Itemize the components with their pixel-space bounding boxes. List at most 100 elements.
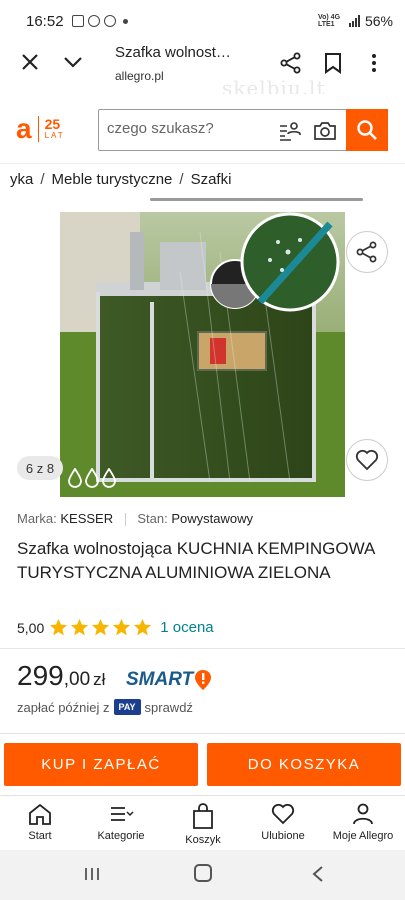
browser-toolbar: Szafka wolnost… allegro.pl skelbiu.lt bbox=[0, 40, 405, 100]
rating-value: 5,00 bbox=[17, 619, 45, 636]
system-navigation bbox=[0, 850, 405, 900]
pay-later-check[interactable]: sprawdź bbox=[145, 700, 193, 715]
nav-label: Kategorie bbox=[97, 830, 145, 842]
battery-level: 56% bbox=[364, 13, 393, 29]
water-resistance-icons bbox=[68, 468, 116, 488]
pay-later-info[interactable]: zapłać później z PAY sprawdź bbox=[17, 699, 193, 715]
smart-badge[interactable]: SMART bbox=[126, 669, 212, 691]
download-notification-icon bbox=[88, 15, 100, 27]
home-icon bbox=[29, 803, 51, 825]
bookmark-icon[interactable] bbox=[324, 52, 342, 74]
price-main: 299 bbox=[17, 660, 64, 691]
search-icon bbox=[357, 120, 377, 140]
allegro-logo[interactable]: a 25 LAT bbox=[16, 113, 65, 144]
add-to-cart-button[interactable]: DO KOSZYKA bbox=[207, 743, 401, 786]
menu-icon bbox=[111, 807, 134, 821]
nav-label: Ulubione bbox=[261, 830, 305, 842]
meta-divider bbox=[124, 513, 126, 527]
breadcrumb-separator: / bbox=[40, 171, 45, 188]
add-to-favorites-button[interactable] bbox=[346, 439, 388, 481]
more-vertical-icon[interactable] bbox=[370, 53, 378, 73]
status-right: Vo) 4G LTE1 56% bbox=[318, 13, 393, 29]
smart-pin-icon bbox=[195, 670, 212, 690]
chevron-down-icon[interactable] bbox=[62, 52, 84, 72]
breadcrumb-item[interactable]: Meble turystyczne bbox=[52, 171, 173, 188]
notification-icons bbox=[72, 15, 128, 27]
logo-anniversary: 25 LAT bbox=[44, 116, 65, 140]
allegro-header: a 25 LAT bbox=[0, 94, 405, 164]
product-title: Szafka wolnostojąca KUCHNIA KEMPINGOWA T… bbox=[17, 539, 375, 582]
nav-item-moje-allegro[interactable]: Moje Allegro bbox=[328, 802, 398, 842]
camera-icon[interactable] bbox=[313, 120, 337, 142]
share-icon bbox=[356, 241, 377, 263]
logo-divider bbox=[37, 116, 39, 142]
water-drop-icon bbox=[85, 468, 99, 488]
star-icon bbox=[134, 618, 152, 636]
gallery-notification-icon bbox=[72, 15, 84, 27]
product-photo bbox=[60, 212, 345, 497]
rating-count-link[interactable]: 1 ocena bbox=[160, 619, 213, 636]
product-meta: Marka: KESSER Stan: Powystawowy bbox=[17, 511, 253, 527]
more-notifications-dot-icon bbox=[123, 18, 128, 24]
breadcrumb-item[interactable]: Szafki bbox=[191, 171, 232, 188]
share-product-button[interactable] bbox=[346, 231, 388, 273]
heart-icon bbox=[355, 449, 379, 471]
brand-value[interactable]: KESSER bbox=[60, 511, 113, 526]
product-image[interactable] bbox=[60, 212, 345, 497]
search-box bbox=[98, 109, 347, 151]
product-price: 299,00 zł bbox=[17, 660, 105, 692]
status-time: 16:52 bbox=[26, 13, 64, 30]
rating-stars bbox=[49, 618, 152, 637]
brand-label: Marka: bbox=[17, 511, 57, 526]
recent-apps-icon[interactable] bbox=[84, 867, 100, 881]
pay-later-text: zapłać później z bbox=[17, 699, 110, 715]
sync-notification-icon bbox=[104, 15, 116, 27]
user-icon bbox=[353, 803, 373, 825]
nav-item-start[interactable]: Start bbox=[5, 802, 75, 842]
breadcrumb-separator: / bbox=[179, 171, 184, 188]
condition-value: Powystawowy bbox=[171, 511, 253, 526]
browser-url: allegro.pl bbox=[115, 69, 164, 83]
nav-item-kategorie[interactable]: Kategorie bbox=[86, 802, 156, 842]
bag-icon bbox=[193, 803, 213, 829]
heart-icon bbox=[271, 803, 295, 825]
star-icon bbox=[71, 618, 89, 636]
logo-letter: a bbox=[16, 113, 32, 144]
image-counter: 6 z 8 bbox=[17, 456, 63, 480]
star-icon bbox=[113, 618, 131, 636]
logo-years: 25 bbox=[44, 116, 61, 132]
bottom-navigation: Start Kategorie Koszyk Ulubione Moje All… bbox=[0, 795, 405, 850]
price-cents: ,00 bbox=[63, 669, 91, 690]
share-icon[interactable] bbox=[280, 52, 302, 74]
browser-page-title: Szafka wolnost… bbox=[115, 44, 231, 61]
close-icon[interactable] bbox=[20, 52, 40, 72]
price-currency: zł bbox=[93, 670, 106, 689]
smart-label: SMART bbox=[126, 669, 194, 690]
star-icon bbox=[92, 618, 110, 636]
product-rating[interactable]: 5,00 1 ocena bbox=[17, 618, 214, 637]
back-icon[interactable] bbox=[310, 865, 326, 883]
search-input[interactable] bbox=[107, 120, 267, 137]
water-drop-icon bbox=[68, 468, 82, 488]
buy-now-button[interactable]: KUP I ZAPŁAĆ bbox=[4, 743, 198, 786]
breadcrumb-item[interactable]: yka bbox=[10, 171, 33, 188]
water-drop-icon bbox=[102, 468, 116, 488]
home-button-icon[interactable] bbox=[194, 864, 212, 882]
filter-list-icon[interactable] bbox=[279, 120, 301, 142]
search-button[interactable] bbox=[346, 109, 388, 151]
breadcrumb-scrollbar[interactable] bbox=[150, 198, 363, 201]
nav-label: Moje Allegro bbox=[332, 830, 394, 842]
nav-item-koszyk[interactable]: Koszyk bbox=[168, 802, 238, 846]
network-label: Vo) 4G LTE1 bbox=[317, 14, 341, 28]
allegro-pay-badge: PAY bbox=[113, 699, 141, 715]
breadcrumb: yka / Meble turystyczne / Szafki bbox=[10, 171, 231, 188]
purchase-actions: KUP I ZAPŁAĆ DO KOSZYKA bbox=[0, 733, 405, 795]
logo-lat: LAT bbox=[44, 131, 65, 140]
divider bbox=[0, 648, 405, 649]
nav-label: Start bbox=[28, 830, 52, 842]
status-bar: 16:52 Vo) 4G LTE1 56% bbox=[0, 0, 405, 40]
nav-item-ulubione[interactable]: Ulubione bbox=[248, 802, 318, 842]
nav-label: Koszyk bbox=[185, 834, 221, 846]
star-icon bbox=[50, 618, 68, 636]
condition-label: Stan: bbox=[137, 511, 168, 526]
